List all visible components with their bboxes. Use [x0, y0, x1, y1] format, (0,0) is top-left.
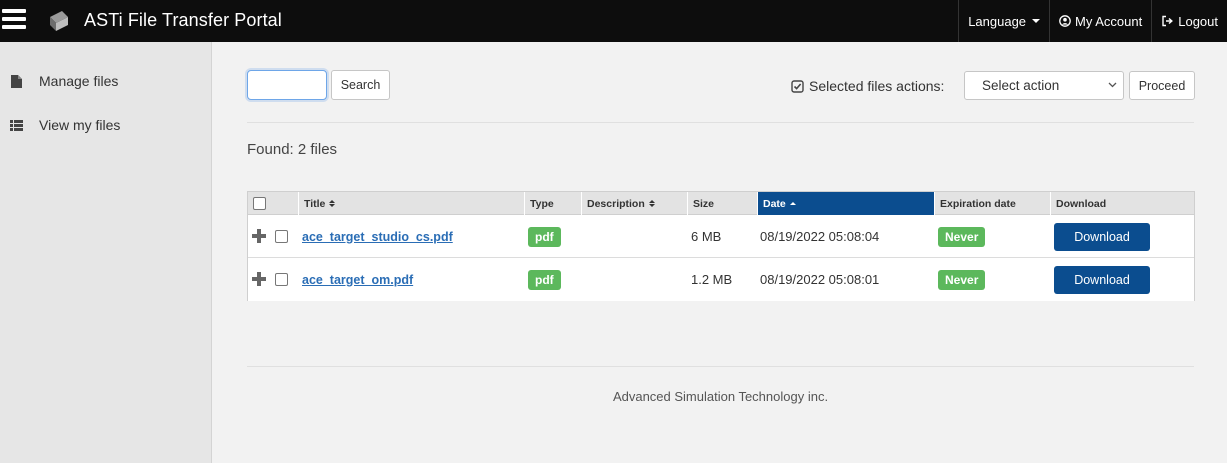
expiration-cell: Never [938, 215, 986, 258]
sidebar-item-view-my-files[interactable]: View my files [0, 105, 211, 145]
proceed-button[interactable]: Proceed [1129, 71, 1195, 100]
download-button[interactable]: Download [1054, 265, 1150, 294]
search-button[interactable]: Search [331, 70, 390, 100]
sort-ascending-icon [789, 201, 796, 206]
expand-row-icon[interactable] [252, 272, 266, 286]
selected-files-actions-label: Selected files actions: [791, 78, 944, 94]
footer-text: Advanced Simulation Technology inc. [612, 389, 829, 404]
sign-out-icon [1162, 15, 1174, 27]
table-header: Title Type Description Size Date Expirat… [248, 192, 1194, 215]
column-header-title[interactable]: Title [298, 192, 524, 215]
file-title-link[interactable]: ace_target_om.pdf [302, 273, 413, 287]
file-date-cell: 08/19/2022 05:08:01 [760, 272, 880, 287]
results-count: Found: 2 files [247, 141, 338, 158]
column-size-label: Size [693, 197, 715, 210]
file-size-cell: 1.2 MB [691, 272, 733, 287]
sidebar-item-manage-files[interactable]: Manage files [0, 61, 211, 101]
expiration-badge: Never [938, 269, 986, 290]
hamburger-menu-icon[interactable] [2, 9, 26, 31]
file-type-cell: pdf [528, 258, 561, 301]
table-row: ace_target_studio_cs.pdf pdf 6 MB 08/19/… [248, 215, 1194, 258]
file-size-cell: 6 MB [691, 229, 722, 244]
download-cell: Download [1054, 258, 1150, 301]
selected-files-actions-text: Selected files actions: [809, 78, 945, 94]
caret-down-icon [1032, 19, 1041, 23]
expand-row-icon[interactable] [252, 229, 266, 243]
action-select[interactable]: Select action [964, 71, 1124, 100]
checkbox-checked-icon [791, 79, 804, 93]
select-all-header [248, 192, 298, 215]
sort-icon [329, 200, 336, 207]
expiration-cell: Never [938, 258, 986, 301]
table-row: ace_target_om.pdf pdf 1.2 MB 08/19/2022 … [248, 258, 1194, 301]
download-button[interactable]: Download [1054, 222, 1150, 251]
column-date-label: Date [763, 197, 786, 210]
my-account-link[interactable]: My Account [1049, 0, 1151, 42]
top-navbar: ASTi File Transfer Portal Language My Ac… [0, 0, 1227, 42]
divider [247, 366, 1194, 367]
logout-label: Logout [1178, 13, 1218, 29]
asti-logo-icon [50, 11, 68, 31]
column-header-expiration: Expiration date [934, 192, 1050, 215]
row-checkbox-cell [275, 258, 288, 301]
column-header-type: Type [524, 192, 581, 215]
column-description-label: Description [587, 197, 645, 210]
download-cell: Download [1054, 215, 1150, 258]
file-icon [9, 74, 23, 88]
main-content: Search Selected files actions: Select ac… [212, 42, 1227, 463]
select-all-checkbox[interactable] [253, 197, 266, 210]
column-type-label: Type [530, 197, 554, 210]
row-checkbox-cell [275, 215, 288, 258]
file-title-cell: ace_target_om.pdf [302, 258, 413, 301]
sort-icon [648, 200, 655, 207]
search-input[interactable] [247, 70, 327, 100]
column-header-description[interactable]: Description [581, 192, 687, 215]
sidebar-item-label: Manage files [39, 73, 119, 89]
sidebar-item-label: View my files [39, 117, 121, 133]
file-title-link[interactable]: ace_target_studio_cs.pdf [302, 230, 453, 244]
file-type-cell: pdf [528, 215, 561, 258]
list-icon [9, 118, 23, 132]
column-header-download: Download [1050, 192, 1194, 215]
column-title-label: Title [304, 197, 326, 210]
my-account-label: My Account [1075, 13, 1143, 29]
expiration-badge: Never [938, 226, 986, 247]
language-dropdown[interactable]: Language [958, 0, 1049, 42]
row-checkbox[interactable] [275, 273, 288, 286]
file-type-badge: pdf [528, 226, 561, 247]
sidebar: Manage files View my files [0, 42, 212, 463]
app-title: ASTi File Transfer Portal [84, 10, 282, 30]
nav-right: Language My Account Logout [958, 0, 1227, 42]
divider [247, 122, 1194, 123]
column-download-label: Download [1056, 197, 1107, 210]
file-date-cell: 08/19/2022 05:08:04 [760, 229, 880, 244]
user-circle-icon [1059, 15, 1071, 27]
row-checkbox[interactable] [275, 230, 288, 243]
language-label: Language [968, 13, 1027, 29]
column-header-size: Size [687, 192, 757, 215]
chevron-down-icon [1108, 82, 1117, 88]
column-expiration-label: Expiration date [940, 197, 1016, 210]
files-table: Title Type Description Size Date Expirat… [247, 191, 1195, 301]
file-type-badge: pdf [528, 269, 561, 290]
column-header-date[interactable]: Date [757, 192, 934, 215]
logout-link[interactable]: Logout [1151, 0, 1227, 42]
action-select-value: Select action [982, 78, 1060, 93]
file-title-cell: ace_target_studio_cs.pdf [302, 215, 453, 258]
